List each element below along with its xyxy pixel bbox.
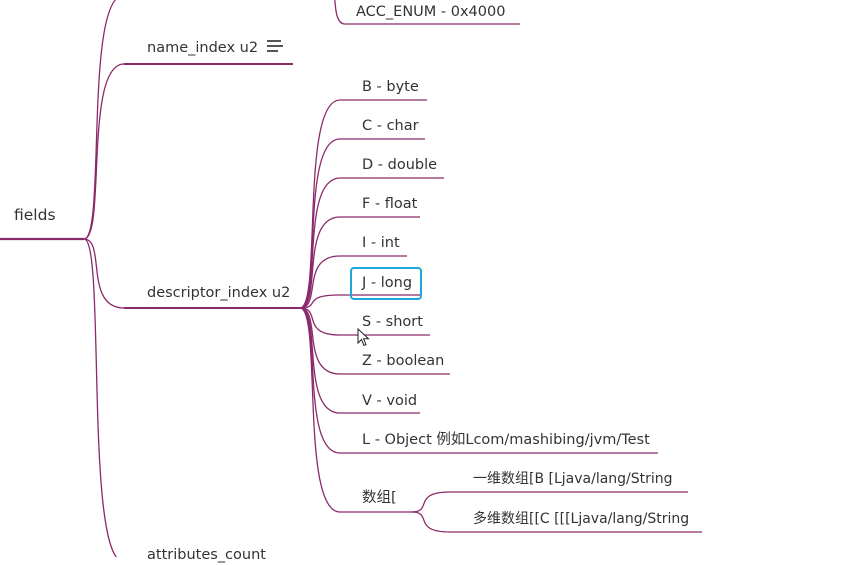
branch-to-object [299, 307, 341, 454]
branch-to-multi-dim [411, 511, 451, 533]
type-node-double[interactable]: D - double [362, 155, 437, 175]
attributes-count-node[interactable]: attributes_count [147, 545, 266, 565]
mouse-cursor-icon [357, 328, 370, 347]
branch-to-void [299, 307, 341, 414]
type-node-byte[interactable]: B - byte [362, 77, 419, 97]
branch-to-boolean [299, 307, 341, 375]
array-node-multi-dim[interactable]: 多维数组[[C [[[Ljava/lang/String [473, 509, 689, 529]
branch-to-acc-enum [334, 0, 346, 25]
type-node-boolean[interactable]: Z - boolean [362, 351, 444, 371]
type-node-array[interactable]: 数组[ [362, 488, 397, 508]
branch-to-array [299, 307, 341, 513]
root-node-fields[interactable]: fields [14, 205, 56, 225]
name-index-node[interactable]: name_index u2 [147, 38, 258, 58]
branch-to-attributes-count [83, 238, 118, 557]
array-node-one-dim[interactable]: 一维数组[B [Ljava/lang/String [473, 469, 673, 489]
type-node-void[interactable]: V - void [362, 391, 417, 411]
branch-to-double [299, 177, 341, 309]
notes-icon[interactable] [267, 40, 283, 54]
type-node-char[interactable]: C - char [362, 116, 419, 136]
branch-to-float [299, 216, 341, 309]
type-node-float[interactable]: F - float [362, 194, 417, 214]
branch-to-one-dim [411, 491, 451, 513]
type-node-long[interactable]: J - long [362, 273, 412, 293]
acc-enum-node[interactable]: ACC_ENUM - 0x4000 [356, 2, 505, 22]
mindmap-connectors [0, 0, 702, 557]
type-node-short[interactable]: S - short [362, 312, 423, 332]
branch-to-char [299, 138, 341, 309]
branch-to-byte [299, 99, 341, 309]
type-node-object[interactable]: L - Object 例如Lcom/mashibing/jvm/Test [362, 430, 650, 450]
descriptor-index-node[interactable]: descriptor_index u2 [147, 283, 290, 303]
branch-to-upper [83, 0, 117, 240]
branch-to-name-index [83, 63, 125, 240]
type-node-int[interactable]: I - int [362, 233, 400, 253]
